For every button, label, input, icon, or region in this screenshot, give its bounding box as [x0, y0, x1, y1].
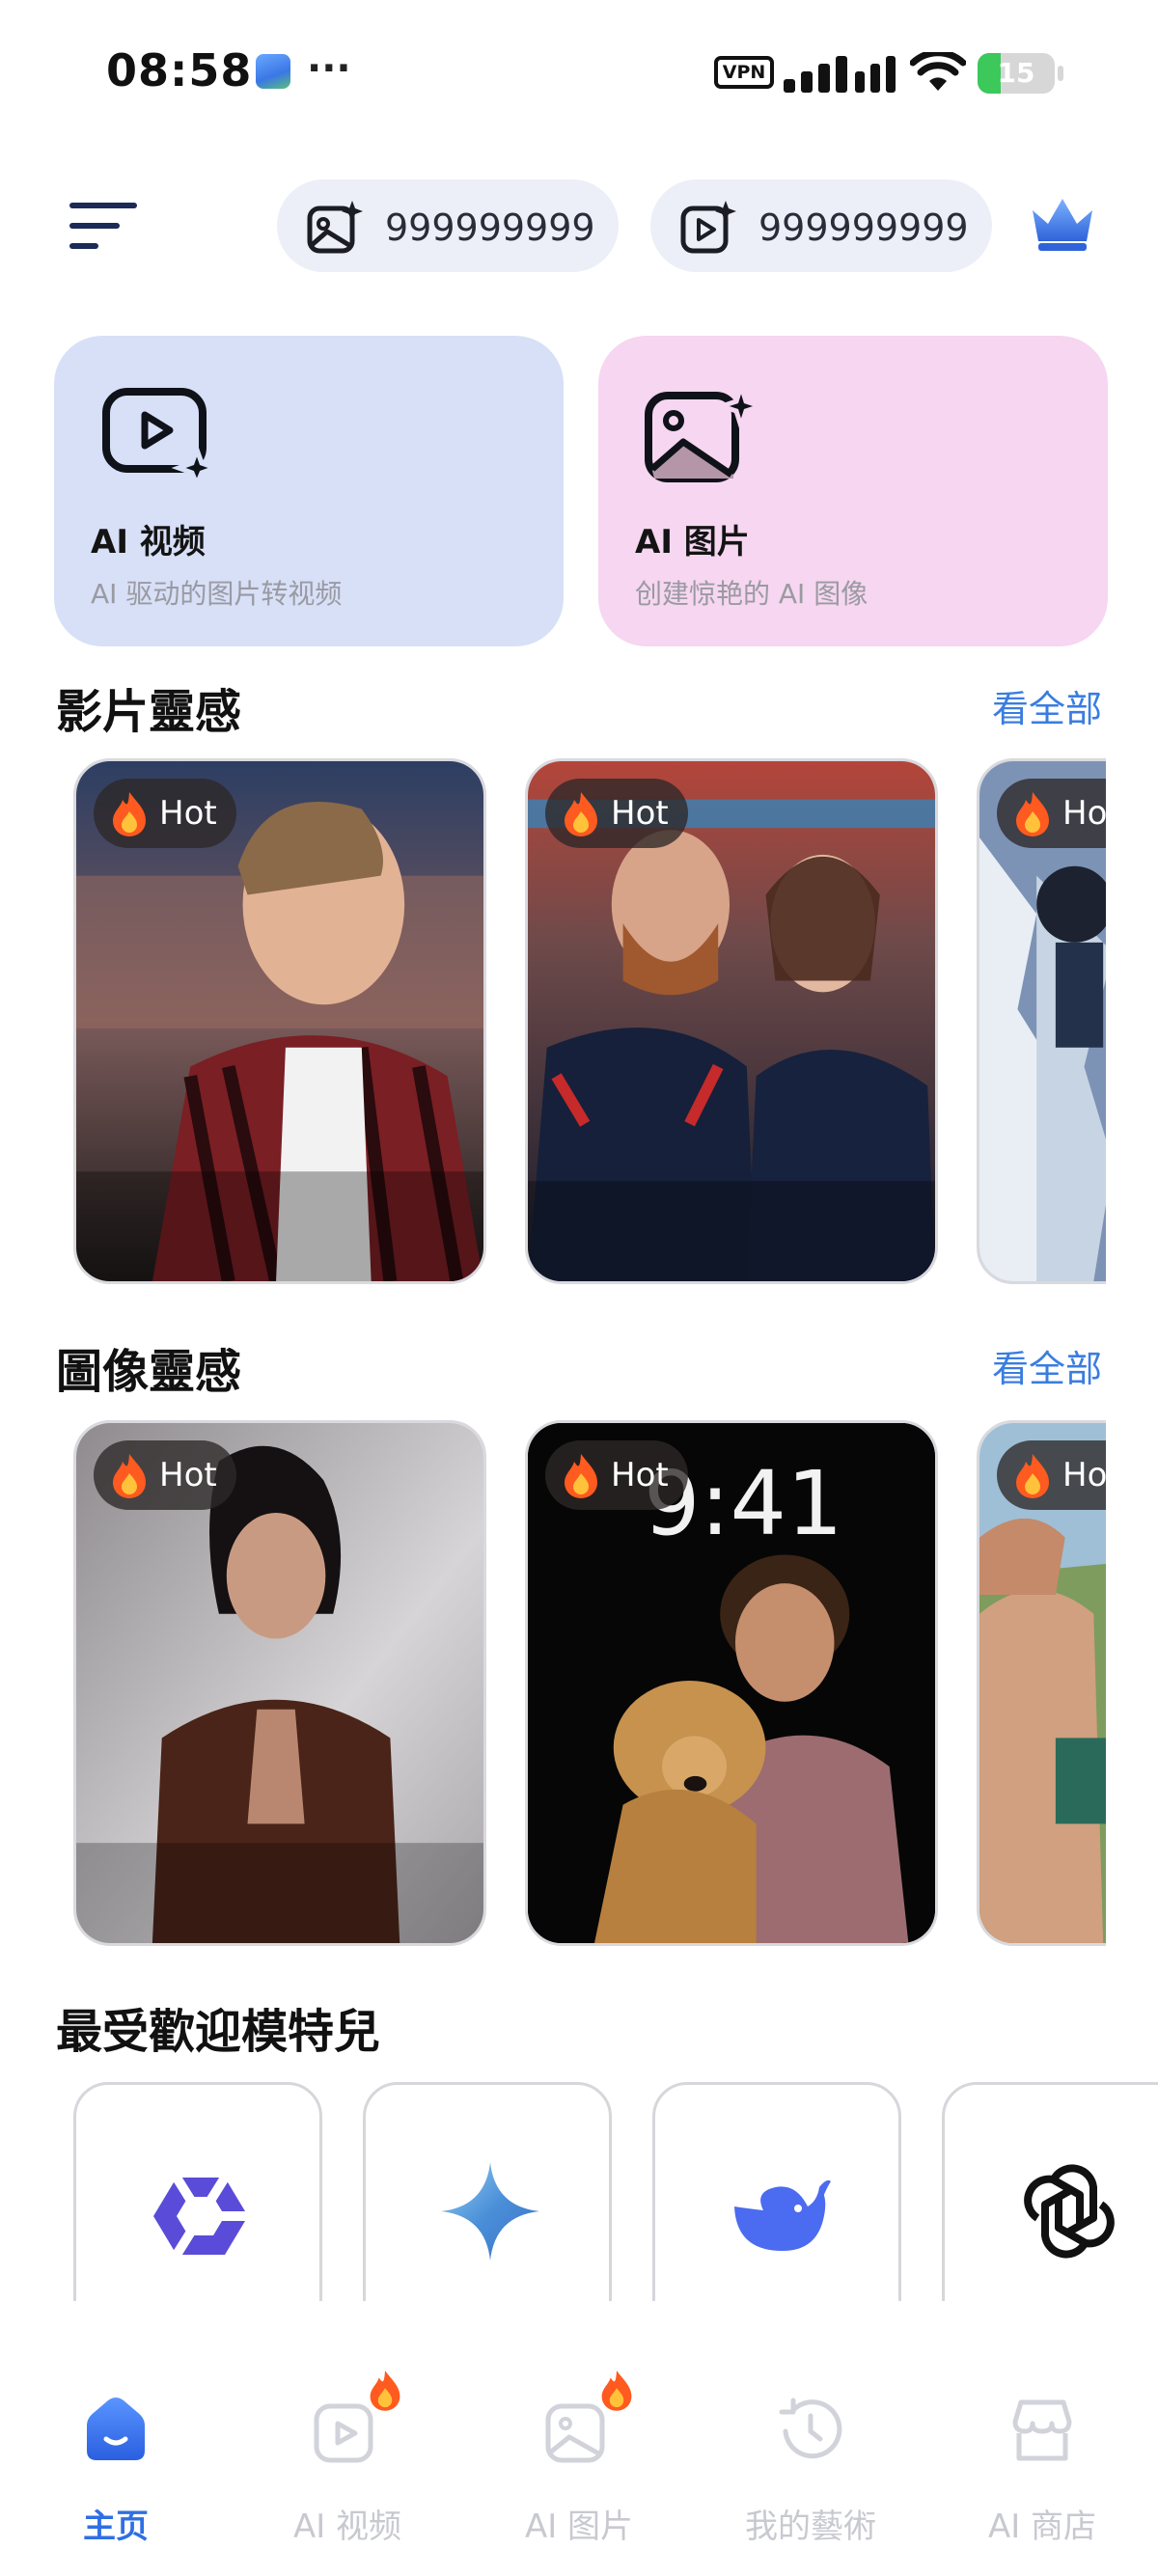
- status-bar: 08:58 ··· VPN 15: [0, 0, 1158, 145]
- history-icon: [779, 2398, 842, 2459]
- image-tile[interactable]: Hot: [977, 1420, 1106, 1946]
- store-icon: [1012, 2399, 1072, 2461]
- image-sparkle-icon: [645, 386, 762, 482]
- hot-badge-label: Hot: [159, 1456, 217, 1494]
- notification-app-icon: [256, 54, 290, 89]
- ai-video-title: AI 视频: [91, 523, 206, 562]
- hot-badge-label: Hot: [1062, 794, 1106, 833]
- video-tile[interactable]: Hot: [977, 758, 1106, 1284]
- fire-icon: [565, 1454, 597, 1498]
- ai-image-subtitle: 创建惊艳的 AI 图像: [635, 578, 868, 610]
- hot-badge-label: Hot: [611, 794, 669, 833]
- image-credits-value: 999999999: [385, 206, 595, 249]
- menu-icon[interactable]: [69, 199, 141, 253]
- hot-badge-label: Hot: [1062, 1456, 1106, 1494]
- vpn-icon: VPN: [714, 56, 774, 89]
- video-see-all-link[interactable]: 看全部: [992, 679, 1102, 732]
- ai-image-card[interactable]: AI 图片 创建惊艳的 AI 图像: [598, 336, 1108, 646]
- bottom-navigation: 主页 AI 视频 AI 图片 我的藝術 AI 商店: [0, 2301, 1158, 2576]
- video-tile[interactable]: Hot: [525, 758, 938, 1284]
- video-sparkle-icon: [102, 388, 218, 484]
- hot-badge: Hot: [545, 779, 688, 848]
- fire-icon: [565, 792, 597, 836]
- nav-home-label: 主页: [83, 2507, 149, 2546]
- qwen-logo-icon: [153, 2175, 248, 2258]
- nav-my-art-label: 我的藝術: [745, 2507, 876, 2546]
- video-inspiration-title: 影片靈感: [56, 685, 242, 739]
- nav-ai-store[interactable]: AI 商店: [926, 2301, 1158, 2576]
- status-more-dots: ···: [307, 46, 351, 91]
- nav-ai-image[interactable]: AI 图片: [463, 2301, 695, 2576]
- nav-my-art[interactable]: 我的藝術: [695, 2301, 926, 2576]
- video-sparkle-icon: [680, 201, 736, 254]
- hot-badge: Hot: [997, 1440, 1106, 1510]
- image-inspiration-title: 圖像靈感: [56, 1345, 242, 1399]
- status-time: 08:58: [106, 44, 253, 96]
- nav-home[interactable]: 主页: [0, 2301, 232, 2576]
- ai-video-card[interactable]: AI 视频 AI 驱动的图片转视频: [54, 336, 564, 646]
- image-tile[interactable]: Hot: [73, 1420, 486, 1946]
- image-see-all-link[interactable]: 看全部: [992, 1339, 1102, 1392]
- image-credits-pill[interactable]: 999999999: [277, 179, 619, 272]
- popular-models-title: 最受歡迎模特兒: [56, 2005, 381, 2059]
- video-tile[interactable]: Hot: [73, 758, 486, 1284]
- battery-level: 15: [997, 57, 1035, 89]
- crown-icon[interactable]: [1029, 195, 1096, 253]
- hot-badge: Hot: [545, 1440, 688, 1510]
- fire-icon: [113, 792, 146, 836]
- video-inspiration-strip[interactable]: Hot Hot Ho: [0, 758, 1106, 1299]
- deepseek-whale-icon: [734, 2179, 831, 2251]
- fire-icon: [1016, 792, 1049, 836]
- ai-image-title: AI 图片: [635, 523, 750, 562]
- nav-ai-image-label: AI 图片: [524, 2507, 634, 2546]
- battery-icon: 15: [978, 53, 1055, 94]
- image-inspiration-strip[interactable]: Hot 9:41 Hot Ho: [0, 1420, 1106, 1960]
- hot-badge: Hot: [94, 1440, 236, 1510]
- home-icon: [87, 2398, 145, 2460]
- wifi-icon: [910, 52, 966, 91]
- nav-ai-store-label: AI 商店: [987, 2507, 1097, 2546]
- hot-badge-label: Hot: [159, 794, 217, 833]
- hot-badge: Hot: [997, 779, 1106, 848]
- image-tile[interactable]: 9:41 Hot: [525, 1420, 938, 1946]
- gemini-sparkle-icon: [441, 2162, 539, 2261]
- fire-icon: [370, 2370, 400, 2411]
- ai-video-subtitle: AI 驱动的图片转视频: [91, 578, 343, 610]
- nav-ai-video-label: AI 视频: [292, 2507, 402, 2546]
- battery-cap: [1058, 66, 1063, 81]
- hot-badge: Hot: [94, 779, 236, 848]
- fire-icon: [1016, 1454, 1049, 1498]
- video-credits-pill[interactable]: 999999999: [650, 179, 992, 272]
- video-credits-value: 999999999: [758, 206, 969, 249]
- hot-badge-label: Hot: [611, 1456, 669, 1494]
- fire-icon: [601, 2370, 632, 2411]
- cellular-signal-icon: [784, 56, 896, 93]
- openai-logo-icon: [1024, 2164, 1115, 2259]
- nav-ai-video[interactable]: AI 视频: [232, 2301, 463, 2576]
- fire-icon: [113, 1454, 146, 1498]
- image-sparkle-icon: [307, 201, 363, 254]
